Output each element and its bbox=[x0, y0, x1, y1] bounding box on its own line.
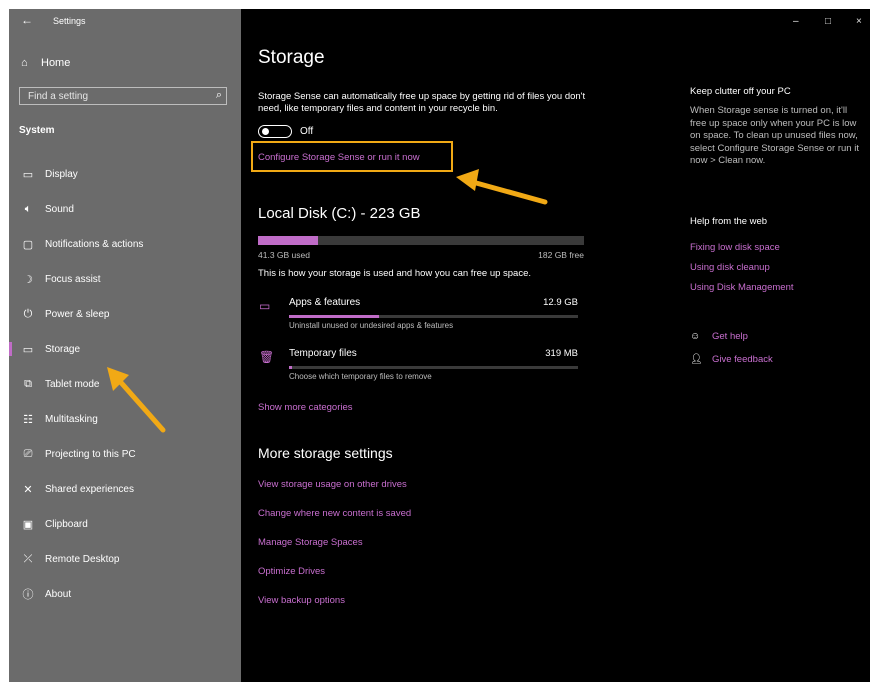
arrow-to-configure-link bbox=[456, 169, 548, 205]
annotation-arrows bbox=[107, 169, 548, 433]
arrow-to-storage-item bbox=[107, 367, 166, 433]
settings-window: ← Settings ⌂ Home Find a setting ⌕ Syste… bbox=[9, 9, 870, 682]
